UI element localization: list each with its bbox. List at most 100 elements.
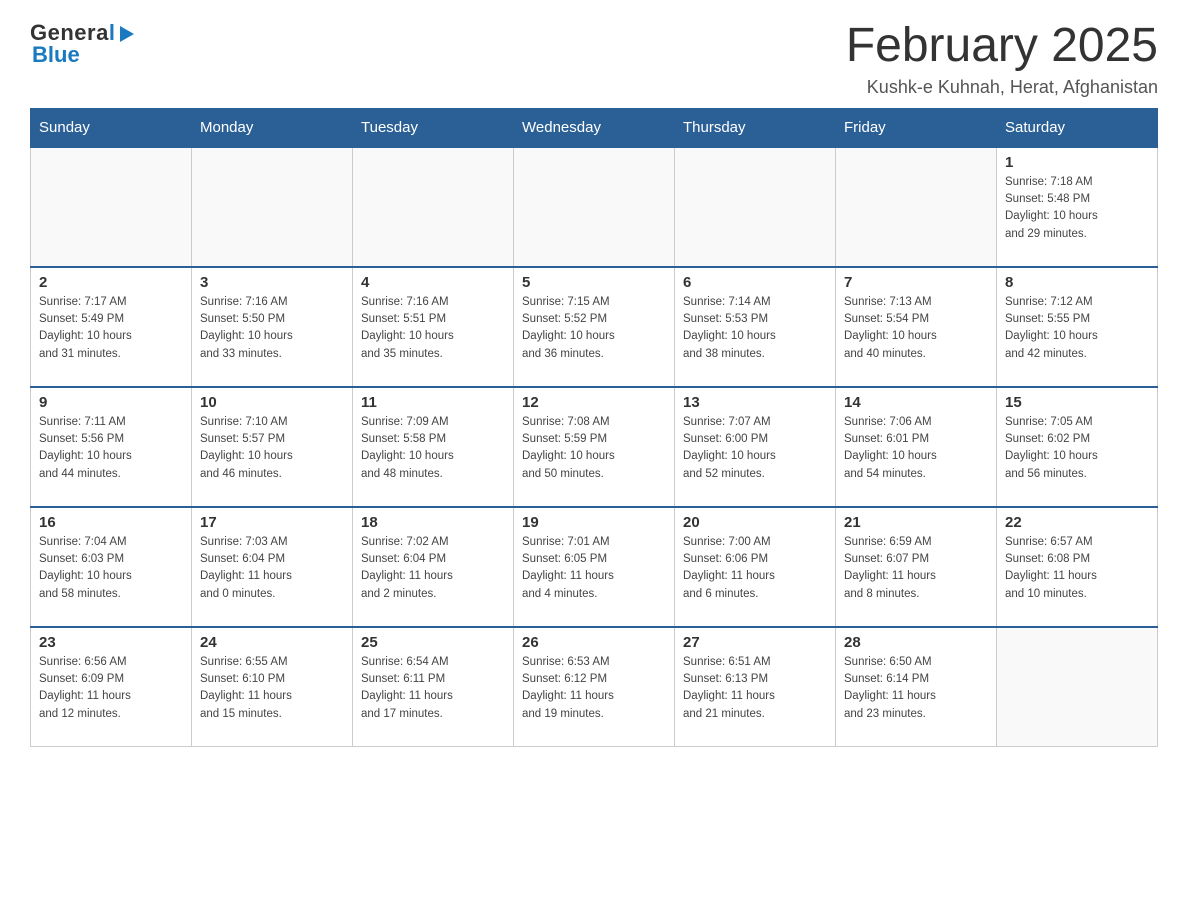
day-number: 8: [1005, 274, 1149, 291]
calendar-cell: 4Sunrise: 7:16 AMSunset: 5:51 PMDaylight…: [353, 267, 514, 387]
calendar-cell: 15 Sunrise: 7:05 AMSunset: 6:02 PMDayligh…: [997, 387, 1158, 507]
day-number: 19: [522, 514, 666, 531]
calendar-cell: 17Sunrise: 7:03 AMSunset: 6:04 PMDayligh…: [192, 507, 353, 627]
calendar-cell: 23 Sunrise: 6:56 AMSunset: 6:09 PMDayligh…: [31, 627, 192, 747]
calendar-cell: 8Sunrise: 7:12 AMSunset: 5:55 PMDaylight…: [997, 267, 1158, 387]
day-info: Sunrise: 7:08 AMSunset: 5:59 PMDaylight:…: [522, 414, 666, 483]
day-number: 17: [200, 514, 344, 531]
day-number: 4: [361, 274, 505, 291]
day-number: 22: [1005, 514, 1149, 531]
day-info: Sunrise: 7:00 AMSunset: 6:06 PMDaylight:…: [683, 534, 827, 603]
day-number: 1: [1005, 154, 1149, 171]
calendar-cell: 26 Sunrise: 6:53 AMSunset: 6:12 PMDayligh…: [514, 627, 675, 747]
day-number: 11: [361, 394, 505, 411]
logo-blue-text: Blue: [32, 42, 80, 68]
day-info: Sunrise: 7:10 AMSunset: 5:57 PMDaylight:…: [200, 414, 344, 483]
day-header-monday: Monday: [192, 108, 353, 147]
day-info: Sunrise: 6:59 AMSunset: 6:07 PMDaylight:…: [844, 534, 988, 603]
logo-arrow-icon: [116, 23, 138, 45]
calendar-cell: [514, 147, 675, 267]
calendar-cell: 3 Sunrise: 7:16 AMSunset: 5:50 PMDaylight…: [192, 267, 353, 387]
day-info: Sunrise: 6:53 AMSunset: 6:12 PMDaylight:…: [522, 654, 666, 723]
day-number: 3: [200, 274, 344, 291]
calendar-cell: [192, 147, 353, 267]
calendar-subtitle: Kushk-e Kuhnah, Herat, Afghanistan: [846, 77, 1158, 98]
logo: General Blue: [30, 20, 138, 68]
calendar-cell: 6 Sunrise: 7:14 AMSunset: 5:53 PMDaylight…: [675, 267, 836, 387]
day-info: Sunrise: 7:11 AMSunset: 5:56 PMDaylight:…: [39, 414, 183, 483]
day-number: 2: [39, 274, 183, 291]
day-info: Sunrise: 7:15 AMSunset: 5:52 PMDaylight:…: [522, 294, 666, 363]
day-header-sunday: Sunday: [31, 108, 192, 147]
calendar-header-row: SundayMondayTuesdayWednesdayThursdayFrid…: [31, 108, 1158, 147]
calendar-cell: [836, 147, 997, 267]
calendar-cell: 20 Sunrise: 7:00 AMSunset: 6:06 PMDayligh…: [675, 507, 836, 627]
day-info: Sunrise: 7:16 AMSunset: 5:50 PMDaylight:…: [200, 294, 344, 363]
calendar-cell: 18 Sunrise: 7:02 AMSunset: 6:04 PMDayligh…: [353, 507, 514, 627]
calendar-cell: 10 Sunrise: 7:10 AMSunset: 5:57 PMDayligh…: [192, 387, 353, 507]
calendar-cell: 2 Sunrise: 7:17 AMSunset: 5:49 PMDaylight…: [31, 267, 192, 387]
day-number: 5: [522, 274, 666, 291]
calendar-week-row: 16 Sunrise: 7:04 AMSunset: 6:03 PMDayligh…: [31, 507, 1158, 627]
title-area: February 2025 Kushk-e Kuhnah, Herat, Afg…: [846, 20, 1158, 98]
calendar-cell: 16 Sunrise: 7:04 AMSunset: 6:03 PMDayligh…: [31, 507, 192, 627]
calendar-cell: 11 Sunrise: 7:09 AMSunset: 5:58 PMDayligh…: [353, 387, 514, 507]
calendar-cell: [997, 627, 1158, 747]
day-number: 26: [522, 634, 666, 651]
day-number: 28: [844, 634, 988, 651]
day-number: 20: [683, 514, 827, 531]
calendar-cell: 9 Sunrise: 7:11 AMSunset: 5:56 PMDaylight…: [31, 387, 192, 507]
day-number: 10: [200, 394, 344, 411]
day-number: 16: [39, 514, 183, 531]
calendar-cell: 7Sunrise: 7:13 AMSunset: 5:54 PMDaylight…: [836, 267, 997, 387]
day-info: Sunrise: 7:09 AMSunset: 5:58 PMDaylight:…: [361, 414, 505, 483]
day-header-thursday: Thursday: [675, 108, 836, 147]
day-number: 18: [361, 514, 505, 531]
calendar-cell: 14 Sunrise: 7:06 AMSunset: 6:01 PMDayligh…: [836, 387, 997, 507]
day-header-wednesday: Wednesday: [514, 108, 675, 147]
day-info: Sunrise: 7:18 AMSunset: 5:48 PMDaylight:…: [1005, 174, 1149, 243]
day-info: Sunrise: 7:14 AMSunset: 5:53 PMDaylight:…: [683, 294, 827, 363]
day-info: Sunrise: 7:17 AMSunset: 5:49 PMDaylight:…: [39, 294, 183, 363]
day-info: Sunrise: 6:50 AMSunset: 6:14 PMDaylight:…: [844, 654, 988, 723]
calendar-cell: 5 Sunrise: 7:15 AMSunset: 5:52 PMDaylight…: [514, 267, 675, 387]
calendar-cell: 19 Sunrise: 7:01 AMSunset: 6:05 PMDayligh…: [514, 507, 675, 627]
calendar-cell: 1 Sunrise: 7:18 AMSunset: 5:48 PMDaylight…: [997, 147, 1158, 267]
day-info: Sunrise: 6:54 AMSunset: 6:11 PMDaylight:…: [361, 654, 505, 723]
day-number: 14: [844, 394, 988, 411]
calendar-cell: 25Sunrise: 6:54 AMSunset: 6:11 PMDayligh…: [353, 627, 514, 747]
calendar-title: February 2025: [846, 20, 1158, 73]
day-header-tuesday: Tuesday: [353, 108, 514, 147]
day-info: Sunrise: 7:02 AMSunset: 6:04 PMDaylight:…: [361, 534, 505, 603]
day-number: 23: [39, 634, 183, 651]
calendar-week-row: 23 Sunrise: 6:56 AMSunset: 6:09 PMDayligh…: [31, 627, 1158, 747]
calendar-cell: 21Sunrise: 6:59 AMSunset: 6:07 PMDayligh…: [836, 507, 997, 627]
calendar-cell: 12 Sunrise: 7:08 AMSunset: 5:59 PMDayligh…: [514, 387, 675, 507]
day-number: 6: [683, 274, 827, 291]
calendar-cell: [353, 147, 514, 267]
day-info: Sunrise: 7:06 AMSunset: 6:01 PMDaylight:…: [844, 414, 988, 483]
day-header-saturday: Saturday: [997, 108, 1158, 147]
calendar-cell: 24 Sunrise: 6:55 AMSunset: 6:10 PMDayligh…: [192, 627, 353, 747]
day-header-friday: Friday: [836, 108, 997, 147]
day-info: Sunrise: 6:56 AMSunset: 6:09 PMDaylight:…: [39, 654, 183, 723]
day-number: 7: [844, 274, 988, 291]
day-info: Sunrise: 7:01 AMSunset: 6:05 PMDaylight:…: [522, 534, 666, 603]
calendar-cell: 13 Sunrise: 7:07 AMSunset: 6:00 PMDayligh…: [675, 387, 836, 507]
calendar-week-row: 2 Sunrise: 7:17 AMSunset: 5:49 PMDaylight…: [31, 267, 1158, 387]
calendar-cell: 27Sunrise: 6:51 AMSunset: 6:13 PMDayligh…: [675, 627, 836, 747]
calendar-cell: 22 Sunrise: 6:57 AMSunset: 6:08 PMDayligh…: [997, 507, 1158, 627]
day-info: Sunrise: 7:05 AMSunset: 6:02 PMDaylight:…: [1005, 414, 1149, 483]
calendar-cell: [675, 147, 836, 267]
calendar-week-row: 1 Sunrise: 7:18 AMSunset: 5:48 PMDaylight…: [31, 147, 1158, 267]
day-info: Sunrise: 7:04 AMSunset: 6:03 PMDaylight:…: [39, 534, 183, 603]
day-info: Sunrise: 6:51 AMSunset: 6:13 PMDaylight:…: [683, 654, 827, 723]
day-number: 15: [1005, 394, 1149, 411]
day-info: Sunrise: 6:55 AMSunset: 6:10 PMDaylight:…: [200, 654, 344, 723]
day-info: Sunrise: 7:07 AMSunset: 6:00 PMDaylight:…: [683, 414, 827, 483]
day-number: 24: [200, 634, 344, 651]
day-number: 12: [522, 394, 666, 411]
day-number: 9: [39, 394, 183, 411]
day-info: Sunrise: 6:57 AMSunset: 6:08 PMDaylight:…: [1005, 534, 1149, 603]
day-number: 13: [683, 394, 827, 411]
